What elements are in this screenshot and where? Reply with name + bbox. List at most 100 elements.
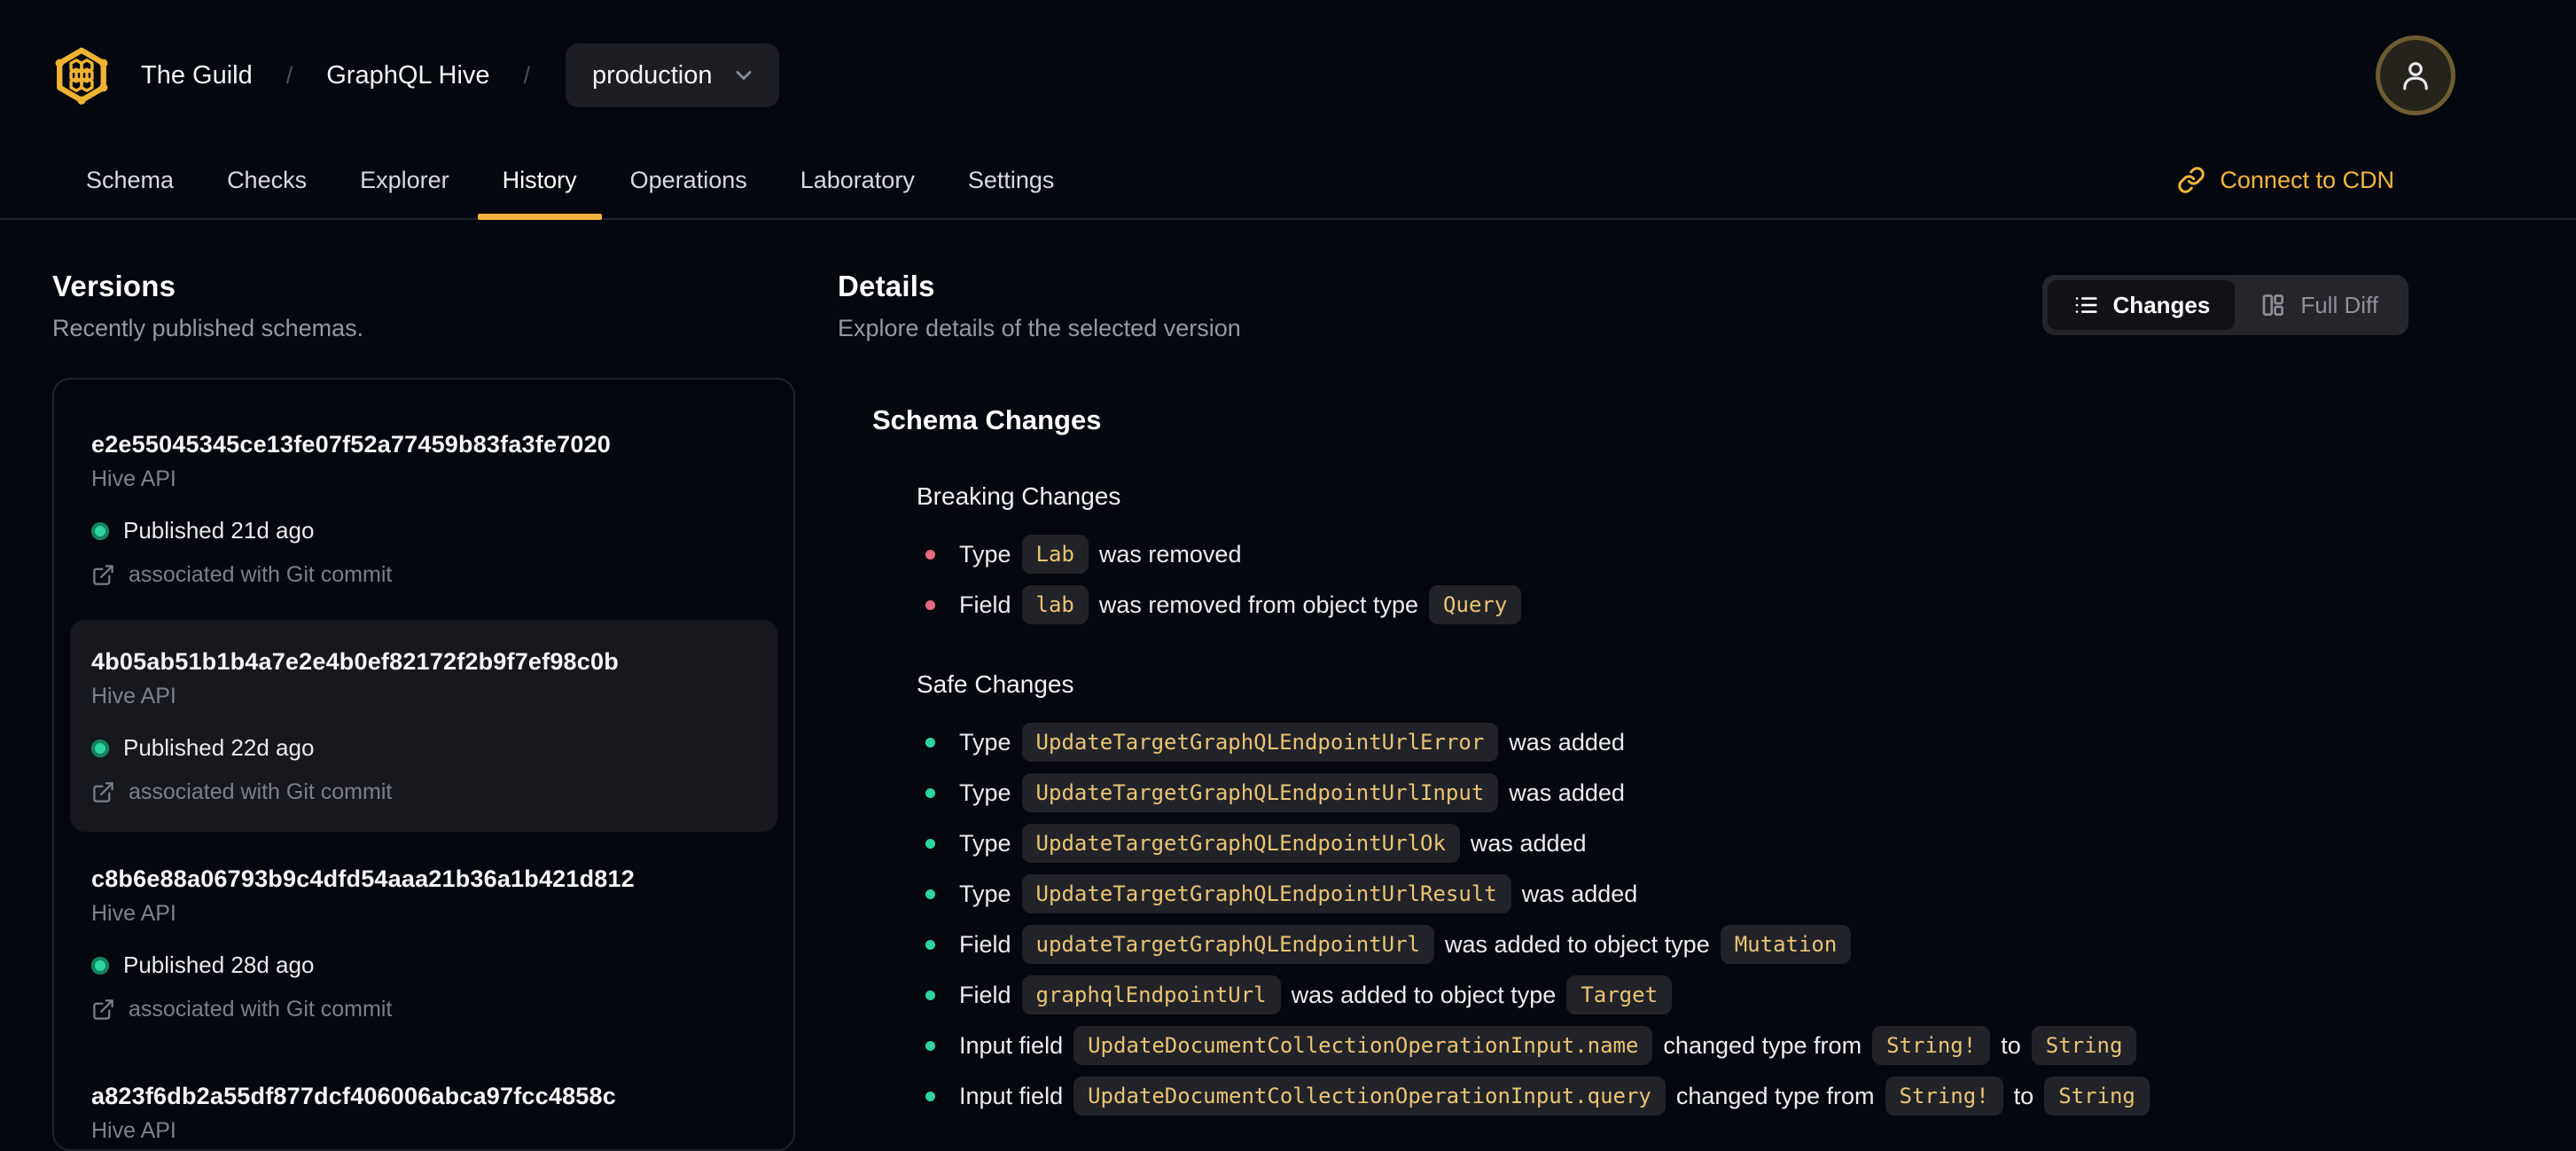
nav-tab-settings[interactable]: Settings: [941, 142, 1081, 218]
change-text: changed type from: [1675, 1082, 1875, 1109]
person-icon: [2403, 62, 2428, 90]
details-header-text: Details Explore details of the selected …: [838, 270, 1241, 342]
published-status-dot: [91, 956, 109, 975]
connect-to-cdn-label: Connect to CDN: [2220, 166, 2394, 193]
git-commit-label: associated with Git commit: [129, 562, 393, 587]
breadcrumb-org[interactable]: The Guild: [141, 61, 253, 90]
version-status-row: Published 21d ago: [91, 517, 756, 544]
published-status-dot: [91, 521, 109, 540]
change-text: Field: [959, 591, 1011, 618]
version-service-name: Hive API: [91, 684, 176, 709]
version-hash: 4b05ab51b1b4a7e2e4b0ef82172f2b9f7ef98c0b: [91, 648, 619, 675]
change-row: Type UpdateTargetGraphQLEndpointUrlOk was …: [925, 824, 2408, 863]
nav-tab-history[interactable]: History: [476, 142, 604, 220]
version-status-row: Published 28d ago: [91, 951, 756, 979]
change-text: Input field: [959, 1031, 1064, 1059]
external-link-icon: [93, 999, 113, 1020]
version-hash: a823f6db2a55df877dcf406006abca97fcc4858c: [91, 1083, 616, 1109]
breaking-bullet-icon: [925, 549, 935, 560]
git-commit-link[interactable]: associated with Git commit: [91, 779, 756, 805]
version-status-row: Published 22d ago: [91, 734, 756, 762]
version-card[interactable]: c8b6e88a06793b9c4dfd54aaa21b36a1b421d812…: [70, 837, 777, 1049]
change-row: Input field UpdateDocumentCollectionOpera…: [925, 1077, 2408, 1116]
change-row: Field graphqlEndpointUrl was added to obje…: [925, 975, 2408, 1014]
change-text: Type: [959, 880, 1011, 907]
breadcrumb-project[interactable]: GraphQL Hive: [326, 61, 489, 90]
breaking-bullet-icon: [925, 599, 935, 610]
change-text: Type: [959, 779, 1011, 806]
change-group: Breaking Changes Type Lab was removed Field…: [917, 482, 2408, 624]
nav-tab-explorer[interactable]: Explorer: [333, 142, 476, 218]
code-chip: UpdateTargetGraphQLEndpointUrlError: [1021, 723, 1499, 762]
version-service-name: Hive API: [91, 466, 176, 491]
code-chip: String: [2031, 1026, 2137, 1065]
nav-tab-schema[interactable]: Schema: [59, 142, 200, 218]
change-list: Type Lab was removed Field lab was removed fr…: [917, 535, 2408, 624]
change-list: Type UpdateTargetGraphQLEndpointUrlError w…: [917, 723, 2408, 1116]
code-chip: Query: [1429, 585, 1522, 624]
nav-tab-checks[interactable]: Checks: [200, 142, 333, 218]
change-text: Field: [959, 930, 1011, 958]
safe-bullet-icon: [925, 737, 935, 748]
main-content: Versions Recently published schemas. e2e…: [0, 220, 2576, 1151]
link-icon: [2178, 167, 2205, 193]
version-card[interactable]: 4b05ab51b1b4a7e2e4b0ef82172f2b9f7ef98c0b…: [70, 620, 777, 832]
details-panel: Details Explore details of the selected …: [838, 270, 2576, 1127]
change-row: Type Lab was removed: [925, 535, 2408, 574]
schema-changes-title: Schema Changes: [872, 404, 1102, 435]
code-chip: UpdateDocumentCollectionOperationInput.n…: [1073, 1026, 1653, 1065]
safe-bullet-icon: [925, 838, 935, 849]
external-link-icon: [93, 782, 113, 803]
version-card[interactable]: a823f6db2a55df877dcf406006abca97fcc4858c…: [70, 1054, 777, 1149]
view-toggle: Changes Full Diff: [2041, 275, 2408, 335]
user-avatar-button[interactable]: [2376, 35, 2455, 115]
code-chip: lab: [1021, 585, 1089, 624]
change-text: to: [2013, 1082, 2034, 1109]
changes-view-label: Changes: [2112, 291, 2211, 318]
code-chip: String!: [1872, 1026, 1991, 1065]
target-selector-dropdown[interactable]: production: [566, 43, 780, 107]
published-status-dot: [91, 739, 109, 757]
nav-tab-operations[interactable]: Operations: [604, 142, 774, 218]
hive-logo-icon[interactable]: [52, 44, 111, 106]
safe-bullet-icon: [925, 1091, 935, 1101]
git-commit-link[interactable]: associated with Git commit: [91, 997, 756, 1022]
connect-to-cdn-link[interactable]: Connect to CDN: [2177, 166, 2394, 194]
change-row: Type UpdateTargetGraphQLEndpointUrlResult…: [925, 874, 2408, 913]
details-title: Details: [838, 270, 935, 302]
breadcrumb-separator: /: [285, 61, 293, 89]
change-text: changed type from: [1663, 1031, 1862, 1059]
details-subtitle: Explore details of the selected version: [838, 315, 1241, 341]
change-text: Type: [959, 728, 1011, 756]
change-row: Type UpdateTargetGraphQLEndpointUrlError w…: [925, 723, 2408, 762]
change-row: Type UpdateTargetGraphQLEndpointUrlInput w…: [925, 773, 2408, 812]
git-commit-link[interactable]: associated with Git commit: [91, 562, 756, 588]
chevron-down-icon: [737, 71, 752, 80]
safe-bullet-icon: [925, 990, 935, 1000]
version-service-name: Hive API: [91, 901, 176, 926]
change-text: was removed from object type: [1098, 591, 1419, 618]
version-card[interactable]: e2e55045345ce13fe07f52a77459b83fa3fe7020…: [70, 403, 777, 615]
change-group-title: Safe Changes: [917, 670, 1074, 698]
change-group-title: Breaking Changes: [917, 482, 1121, 510]
change-text: Field: [959, 981, 1011, 1008]
list-icon: [2075, 297, 2097, 313]
version-service-name: Hive API: [91, 1118, 176, 1143]
code-chip: UpdateTargetGraphQLEndpointUrlOk: [1021, 824, 1460, 863]
changes-view-button[interactable]: Changes: [2047, 280, 2236, 330]
change-groups: Breaking Changes Type Lab was removed Field…: [872, 482, 2408, 1116]
change-text: was added to object type: [1291, 981, 1557, 1008]
change-text: Type: [959, 540, 1011, 568]
code-chip: Lab: [1021, 535, 1089, 574]
full-diff-view-button[interactable]: Full Diff: [2235, 280, 2403, 330]
change-row: Field updateTargetGraphQLEndpointUrl was a…: [925, 925, 2408, 964]
change-text: to: [2001, 1031, 2021, 1059]
change-text: was removed: [1098, 540, 1242, 568]
code-chip: UpdateTargetGraphQLEndpointUrlResult: [1021, 874, 1511, 913]
nav-tab-laboratory[interactable]: Laboratory: [774, 142, 941, 218]
code-chip: updateTargetGraphQLEndpointUrl: [1021, 925, 1435, 964]
main-nav-tabs: Schema Checks Explorer History Operations Lab…: [0, 142, 2576, 220]
code-chip: String: [2044, 1077, 2150, 1116]
schema-changes-section: Schema Changes Breaking Changes Type Lab w…: [872, 404, 2408, 1116]
version-hash: e2e55045345ce13fe07f52a77459b83fa3fe7020: [91, 431, 612, 458]
